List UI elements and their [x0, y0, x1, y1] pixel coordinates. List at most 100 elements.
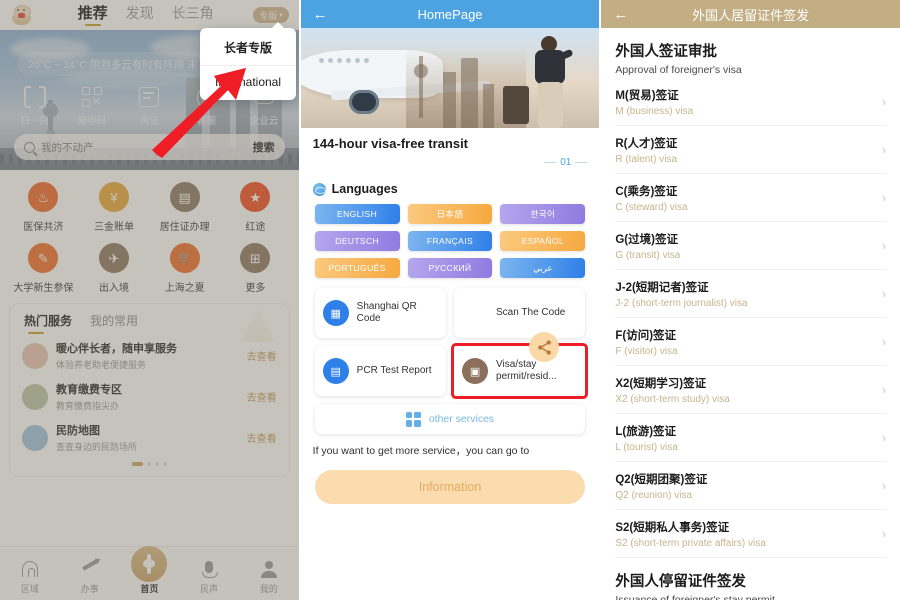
chevron-right-icon: › [882, 335, 887, 349]
information-button[interactable]: Information [314, 470, 586, 504]
language-button-english[interactable]: ENGLISH [314, 204, 400, 224]
grid-item-hongtu[interactable]: ★ 红途 [220, 182, 291, 233]
grid-item-label: 医保共济 [23, 222, 64, 233]
nav-item-mine[interactable]: 我的 [246, 559, 292, 595]
list-item[interactable]: R(人才)签证 R (talent) visa › [615, 126, 887, 174]
list-item-action[interactable]: 去查看 [247, 348, 277, 363]
item-title-cn: J-2(短期记者)签证 [615, 282, 709, 294]
carousel-indicator: 01 [301, 155, 600, 176]
list-item[interactable]: J-2(短期记者)签证 J-2 (short-term journalist) … [615, 270, 887, 318]
visa-list-body: 外国人签证审批 Approval of foreigner's visa M(贸… [601, 28, 900, 600]
list-item[interactable]: G(过境)签证 G (transit) visa › [615, 222, 887, 270]
avatar [22, 383, 48, 410]
list-item[interactable]: X2(短期学习)签证 X2 (short-term study) visa › [615, 366, 887, 414]
grid-item-exit-entry[interactable]: ✈ 出入境 [79, 243, 150, 294]
avatar [22, 424, 48, 451]
carousel-dots[interactable] [10, 462, 289, 466]
language-button-portugues[interactable]: PORTUGUÊS [314, 258, 400, 278]
nav-item-services[interactable]: 办事 [67, 559, 113, 595]
chevron-right-icon: › [882, 95, 887, 109]
list-item-subtitle: 体验养老助老便捷服务 [56, 360, 147, 370]
report-icon: ▤ [322, 358, 349, 384]
list-item[interactable]: C(乘务)签证 C (steward) visa › [615, 174, 887, 222]
item-title-cn: L(旅游)签证 [615, 426, 677, 438]
cart-icon: 🛒 [169, 243, 200, 273]
grid-item-summer[interactable]: 🛒 上海之夏 [149, 243, 220, 294]
app-header: 推荐 发现 长三角 专版 ▾ [0, 0, 299, 30]
section-header-stay-permit: 外国人停留证件签发 Issuance of foreigner's stay p… [615, 558, 886, 600]
grid-item-bill[interactable]: ¥ 三金账单 [79, 182, 150, 233]
carousel-page-number: 01 [560, 157, 572, 168]
tab-recommend[interactable]: 推荐 [78, 6, 108, 25]
language-button-russian[interactable]: РУССКИЙ [407, 258, 493, 278]
grid-item-label: 红途 [245, 222, 266, 233]
list-item[interactable]: L(旅游)签证 L (tourist) visa › [615, 414, 887, 462]
grid-item-student-insurance[interactable]: ✎ 大学新生参保 [8, 243, 79, 294]
other-services-button[interactable]: other services [314, 404, 586, 434]
chevron-right-icon: › [882, 191, 887, 205]
scan-icon [23, 86, 46, 108]
nav-label: 首页 [140, 584, 159, 594]
tab-yangtze-delta[interactable]: 长三角 [172, 6, 214, 24]
tab-discover[interactable]: 发现 [126, 6, 154, 24]
list-item-action[interactable]: 去查看 [247, 389, 277, 404]
list-item[interactable]: Q2(短期团聚)签证 Q2 (reunion) visa › [615, 462, 887, 510]
chevron-right-icon: › [882, 527, 887, 541]
item-title-cn: X2(短期学习)签证 [615, 378, 707, 390]
star-icon: ★ [240, 182, 271, 212]
language-button-francais[interactable]: FRANÇAIS [407, 231, 493, 251]
page-header: ← 外国人居留证件签发 [601, 0, 900, 28]
nav-item-home[interactable]: 首页 [126, 546, 172, 595]
list-item[interactable]: 民防地图 查查身边的民防场所 去查看 [10, 417, 289, 458]
quick-action-suishencode[interactable]: ✕ 随申码 [67, 86, 117, 127]
service-card-label: Shanghai QR Code [356, 300, 417, 325]
quick-action-scan[interactable]: 扫一扫 [10, 86, 60, 127]
list-item[interactable]: S2(短期私人事务)签证 S2 (short-term private affa… [615, 510, 887, 558]
language-button-korean[interactable]: 한국어 [500, 204, 586, 224]
home-tabs: 推荐 发现 长三角 [38, 6, 253, 25]
list-item[interactable]: M(贸易)签证 M (business) visa › [615, 78, 887, 126]
banner-image[interactable] [300, 28, 600, 128]
item-title-cn: F(访问)签证 [615, 330, 677, 342]
tab-my-frequent[interactable]: 我的常用 [90, 312, 138, 335]
list-item-subtitle: 教育缴费指尖办 [56, 401, 120, 411]
chevron-right-icon: › [882, 431, 887, 445]
panel-visa-list: ← 外国人居留证件签发 外国人签证审批 Approval of foreigne… [601, 0, 900, 600]
grid-item-medical[interactable]: ♨ 医保共济 [8, 182, 79, 233]
back-arrow-icon[interactable]: ← [313, 7, 328, 22]
version-switch-button[interactable]: 专版 ▾ [253, 7, 289, 23]
list-item-title: 教育缴费专区 [56, 384, 122, 396]
section-title-en: Issuance of foreigner's stay permit [615, 594, 775, 600]
nav-item-voice[interactable]: 民声 [186, 559, 232, 595]
banner-caption: 144-hour visa-free transit [300, 128, 600, 155]
language-button-japanese[interactable]: 日本語 [407, 204, 493, 224]
grid-item-label: 三金账单 [93, 222, 134, 233]
list-item-action[interactable]: 去查看 [247, 430, 277, 445]
grid-item-more[interactable]: ⊞ 更多 [220, 243, 291, 294]
service-grid: ♨ 医保共济 ¥ 三金账单 ▤ 居住证办理 ★ 红途 ✎ 大学新生参保 ✈ 出入… [0, 170, 299, 298]
service-card-visa-stay-permit[interactable]: ▣ Visa/stay permit/resid... [451, 343, 589, 399]
item-title-cn: S2(短期私人事务)签证 [615, 522, 730, 534]
list-item[interactable]: 教育缴费专区 教育缴费指尖办 去查看 [10, 376, 289, 417]
service-card-pcr-test[interactable]: ▤ PCR Test Report [314, 346, 447, 396]
service-cards: ▦ Shanghai QR Code ▤ Scan The Code ▤ PCR… [301, 286, 600, 434]
tower-icon [131, 546, 168, 582]
language-button-arabic[interactable]: عربي [500, 258, 586, 278]
page-header: ← HomePage [300, 0, 600, 28]
service-card-scan-code[interactable]: ▤ Scan The Code [454, 288, 586, 338]
language-button-deutsch[interactable]: DEUTSCH [314, 231, 400, 251]
service-card-label: PCR Test Report [356, 364, 432, 376]
section-title-cn: 外国人签证审批 [615, 44, 717, 60]
grid-item-residence-permit[interactable]: ▤ 居住证办理 [149, 182, 220, 233]
item-title-en: R (talent) visa [615, 154, 678, 165]
list-item[interactable]: F(访问)签证 F (visitor) visa › [615, 318, 887, 366]
grid-icon [405, 411, 421, 427]
service-card-shanghai-qr[interactable]: ▦ Shanghai QR Code [314, 288, 447, 338]
pen-icon [81, 559, 98, 571]
service-card-label: Scan The Code [496, 306, 566, 318]
back-arrow-icon[interactable]: ← [613, 7, 628, 22]
language-button-espanol[interactable]: ESPAÑOL [500, 231, 586, 251]
nav-item-region[interactable]: 区域 [7, 559, 53, 595]
tab-hot-services[interactable]: 热门服务 [24, 312, 72, 335]
item-title-en: F (visitor) visa [615, 346, 678, 357]
